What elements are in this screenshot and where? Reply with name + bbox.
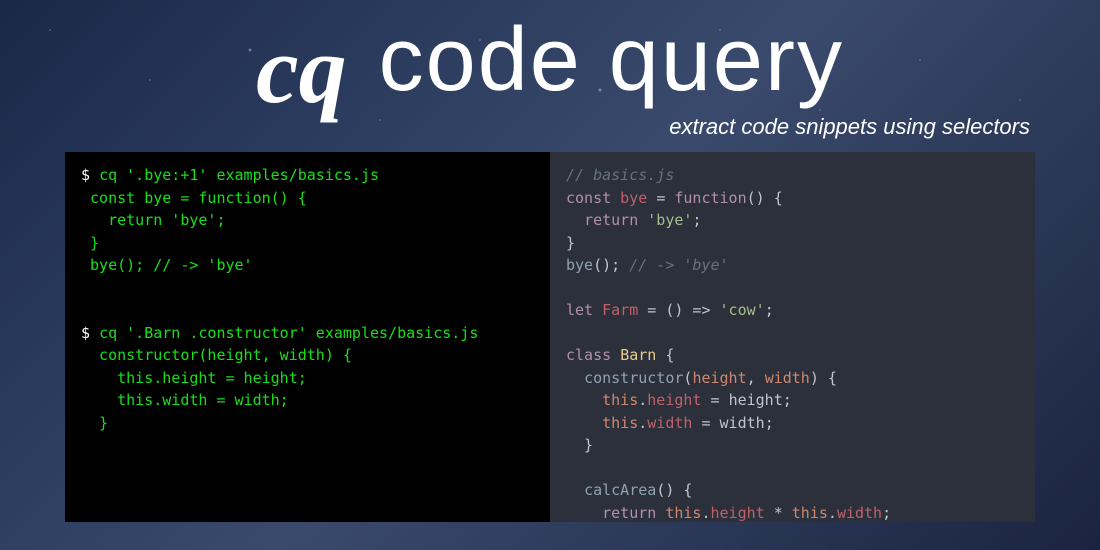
command-2: cq '.Barn .constructor' examples/basics.… [99,324,478,342]
code-token: ; [765,301,774,319]
code-token: = () => [647,301,719,319]
header: cq code query [0,0,1100,108]
code-token: width [647,414,692,432]
code-token: this [792,504,828,522]
code-token: constructor [584,369,683,387]
output-line: const bye = function() { [81,189,307,207]
terminal-panel: $ cq '.bye:+1' examples/basics.js const … [65,152,550,522]
code-token [566,504,602,522]
code-token: } [566,436,593,454]
code-token: width [765,369,810,387]
code-token: ; [692,211,701,229]
code-token: = [656,189,674,207]
code-token: this [602,414,638,432]
code-token: let [566,301,593,319]
code-token: ) { [810,369,837,387]
code-token: , [747,369,765,387]
output-line: bye(); // -> 'bye' [81,256,253,274]
output-line: return 'bye'; [81,211,226,229]
code-comment: // basics.js [566,166,674,184]
code-token: const [566,189,611,207]
code-token: Farm [593,301,647,319]
code-token: = [701,391,728,409]
code-token: return [584,211,647,229]
prompt: $ [81,324,99,342]
code-token: ; [765,414,774,432]
code-token: this [602,391,638,409]
panels: $ cq '.bye:+1' examples/basics.js const … [0,152,1100,522]
code-token: (); [593,256,629,274]
code-token: * [765,504,792,522]
code-token: . [638,414,647,432]
code-token [566,211,584,229]
output-line: } [81,414,108,432]
code-token: . [828,504,837,522]
code-token: 'bye' [647,211,692,229]
code-token: . [701,504,710,522]
code-token: ; [783,391,792,409]
code-token: { [665,346,674,364]
code-token [566,481,584,499]
code-token: ; [882,504,891,522]
code-token: this [665,504,701,522]
code-token: Barn [620,346,665,364]
logo: cq [256,22,347,118]
output-line: this.width = width; [81,391,289,409]
editor-panel: // basics.js const bye = function() { re… [550,152,1035,522]
code-token: return [602,504,665,522]
code-token: } [566,234,575,252]
code-token: class [566,346,620,364]
code-token: // -> 'bye' [629,256,728,274]
code-token: bye [611,189,656,207]
code-token [566,369,584,387]
code-token: bye [566,256,593,274]
code-token [566,391,602,409]
code-token: calcArea [584,481,656,499]
output-line: constructor(height, width) { [81,346,352,364]
output-line: } [81,234,99,252]
code-token [566,414,602,432]
code-token: () { [747,189,783,207]
code-token: = [692,414,719,432]
code-token: height [711,504,765,522]
product-title: code query [379,15,844,105]
code-token: height [729,391,783,409]
code-token: function [674,189,746,207]
code-token: height [647,391,701,409]
prompt: $ [81,166,99,184]
command-1: cq '.bye:+1' examples/basics.js [99,166,379,184]
code-token: height [692,369,746,387]
code-token: 'cow' [720,301,765,319]
code-token: () { [656,481,692,499]
code-token: width [720,414,765,432]
code-token: width [837,504,882,522]
subtitle: extract code snippets using selectors [0,114,1100,140]
output-line: this.height = height; [81,369,307,387]
code-token: . [638,391,647,409]
